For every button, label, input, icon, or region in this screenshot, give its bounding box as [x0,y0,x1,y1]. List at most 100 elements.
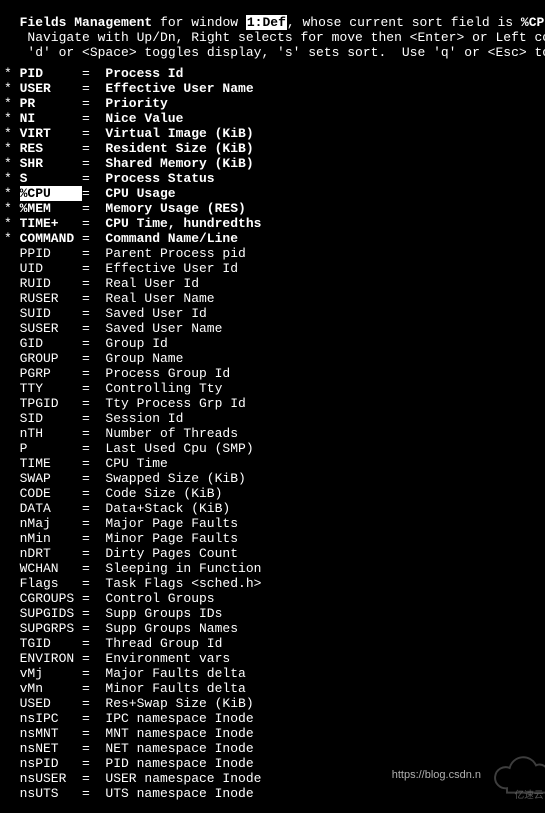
field-row-nspid[interactable]: nsPID = PID namespace Inode [4,756,541,771]
field-enabled-marker [4,426,20,441]
field-row-nmin[interactable]: nMin = Minor Page Faults [4,531,541,546]
equals-separator: = [82,336,105,351]
field-row-s[interactable]: * S = Process Status [4,171,541,186]
equals-separator: = [82,621,105,636]
field-row-group[interactable]: GROUP = Group Name [4,351,541,366]
field-row-wchan[interactable]: WCHAN = Sleeping in Function [4,561,541,576]
field-row-cgroups[interactable]: CGROUPS = Control Groups [4,591,541,606]
equals-separator: = [82,156,105,171]
field-enabled-marker [4,711,20,726]
equals-separator: = [82,531,105,546]
equals-separator: = [82,306,105,321]
field-enabled-marker: * [4,156,20,171]
field-name: SHR [20,156,82,171]
equals-separator: = [82,666,105,681]
field-row-nsuts[interactable]: nsUTS = UTS namespace Inode [4,786,541,801]
field-row-pid[interactable]: * PID = Process Id [4,66,541,81]
field-row-sid[interactable]: SID = Session Id [4,411,541,426]
field-desc: Last Used Cpu (SMP) [105,441,253,456]
field-desc: Sleeping in Function [105,561,261,576]
field-row-nsmnt[interactable]: nsMNT = MNT namespace Inode [4,726,541,741]
field-row-nsnet[interactable]: nsNET = NET namespace Inode [4,741,541,756]
field-row-ni[interactable]: * NI = Nice Value [4,111,541,126]
field-desc: Supp Groups Names [105,621,238,636]
header-sort-prefix: , whose current sort field is [287,15,521,30]
field-row-data[interactable]: DATA = Data+Stack (KiB) [4,501,541,516]
field-row-nmaj[interactable]: nMaj = Major Page Faults [4,516,541,531]
field-enabled-marker [4,531,20,546]
field-row-ruser[interactable]: RUSER = Real User Name [4,291,541,306]
header-line: Fields Management for window 1:Def, whos… [0,0,545,30]
field-name: %CPU [20,186,82,201]
field-row-nsuser[interactable]: nsUSER = USER namespace Inode [4,771,541,786]
field-row-suser[interactable]: SUSER = Saved User Name [4,321,541,336]
field-name: PID [20,66,82,81]
field-desc: Group Id [105,336,167,351]
field-row-vmn[interactable]: vMn = Minor Faults delta [4,681,541,696]
field-row-tpgid[interactable]: TPGID = Tty Process Grp Id [4,396,541,411]
field-row-uid[interactable]: UID = Effective User Id [4,261,541,276]
field-name: CGROUPS [20,591,82,606]
field-row-used[interactable]: USED = Res+Swap Size (KiB) [4,696,541,711]
field-row-user[interactable]: * USER = Effective User Name [4,81,541,96]
field-name: SUPGRPS [20,621,82,636]
help-line-2: 'd' or <Space> toggles display, 's' sets… [0,45,545,60]
equals-separator: = [82,261,105,276]
field-row-command[interactable]: * COMMAND = Command Name/Line [4,231,541,246]
field-name: vMn [20,681,82,696]
field-row-tgid[interactable]: TGID = Thread Group Id [4,636,541,651]
field-desc: Shared Memory (KiB) [105,156,253,171]
field-row-tty[interactable]: TTY = Controlling Tty [4,381,541,396]
help-line-1: Navigate with Up/Dn, Right selects for m… [0,30,545,45]
field-row-res[interactable]: * RES = Resident Size (KiB) [4,141,541,156]
equals-separator: = [82,546,105,561]
field-name: CODE [20,486,82,501]
field-desc: UTS namespace Inode [105,786,253,801]
field-name: P [20,441,82,456]
field-row-nth[interactable]: nTH = Number of Threads [4,426,541,441]
equals-separator: = [82,426,105,441]
field-desc: Major Page Faults [105,516,238,531]
field-desc: CPU Time [105,456,167,471]
field-enabled-marker [4,606,20,621]
field-name: NI [20,111,82,126]
field-enabled-marker [4,381,20,396]
field-row-swap[interactable]: SWAP = Swapped Size (KiB) [4,471,541,486]
field-row-supgrps[interactable]: SUPGRPS = Supp Groups Names [4,621,541,636]
field-row-environ[interactable]: ENVIRON = Environment vars [4,651,541,666]
field-desc: Controlling Tty [105,381,222,396]
field-name: %MEM [20,201,82,216]
field-row-pr[interactable]: * PR = Priority [4,96,541,111]
field-enabled-marker [4,276,20,291]
field-name: VIRT [20,126,82,141]
field-row-p[interactable]: P = Last Used Cpu (SMP) [4,441,541,456]
field-row-ruid[interactable]: RUID = Real User Id [4,276,541,291]
field-row-pgrp[interactable]: PGRP = Process Group Id [4,366,541,381]
field-row-ndrt[interactable]: nDRT = Dirty Pages Count [4,546,541,561]
equals-separator: = [82,771,105,786]
field-enabled-marker [4,576,20,591]
field-name: SUID [20,306,82,321]
field-row-vmj[interactable]: vMj = Major Faults delta [4,666,541,681]
field-row-shr[interactable]: * SHR = Shared Memory (KiB) [4,156,541,171]
field-row-cpu[interactable]: * %CPU = CPU Usage [4,186,541,201]
field-row-supgids[interactable]: SUPGIDS = Supp Groups IDs [4,606,541,621]
field-row-flags[interactable]: Flags = Task Flags <sched.h> [4,576,541,591]
field-row-time[interactable]: TIME = CPU Time [4,456,541,471]
field-row-gid[interactable]: GID = Group Id [4,336,541,351]
field-row-ppid[interactable]: PPID = Parent Process pid [4,246,541,261]
fields-list[interactable]: * PID = Process Id* USER = Effective Use… [0,60,545,801]
field-row-nsipc[interactable]: nsIPC = IPC namespace Inode [4,711,541,726]
field-enabled-marker [4,351,20,366]
field-enabled-marker: * [4,66,20,81]
field-row-virt[interactable]: * VIRT = Virtual Image (KiB) [4,126,541,141]
field-name: GID [20,336,82,351]
field-row-mem[interactable]: * %MEM = Memory Usage (RES) [4,201,541,216]
equals-separator: = [82,561,105,576]
field-enabled-marker [4,636,20,651]
field-row-code[interactable]: CODE = Code Size (KiB) [4,486,541,501]
field-row-suid[interactable]: SUID = Saved User Id [4,306,541,321]
field-enabled-marker [4,696,20,711]
field-enabled-marker [4,516,20,531]
field-row-time[interactable]: * TIME+ = CPU Time, hundredths [4,216,541,231]
